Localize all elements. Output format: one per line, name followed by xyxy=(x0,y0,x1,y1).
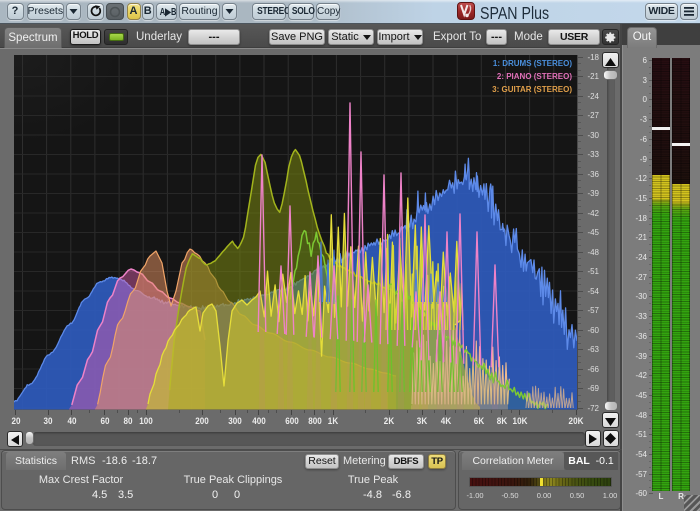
svg-text:1: DRUMS (STEREO): 1: DRUMS (STEREO) xyxy=(493,59,572,68)
svg-text:2: PIANO (STEREO): 2: PIANO (STEREO) xyxy=(497,72,572,81)
svg-text:3: GUITAR (STEREO): 3: GUITAR (STEREO) xyxy=(492,85,572,94)
